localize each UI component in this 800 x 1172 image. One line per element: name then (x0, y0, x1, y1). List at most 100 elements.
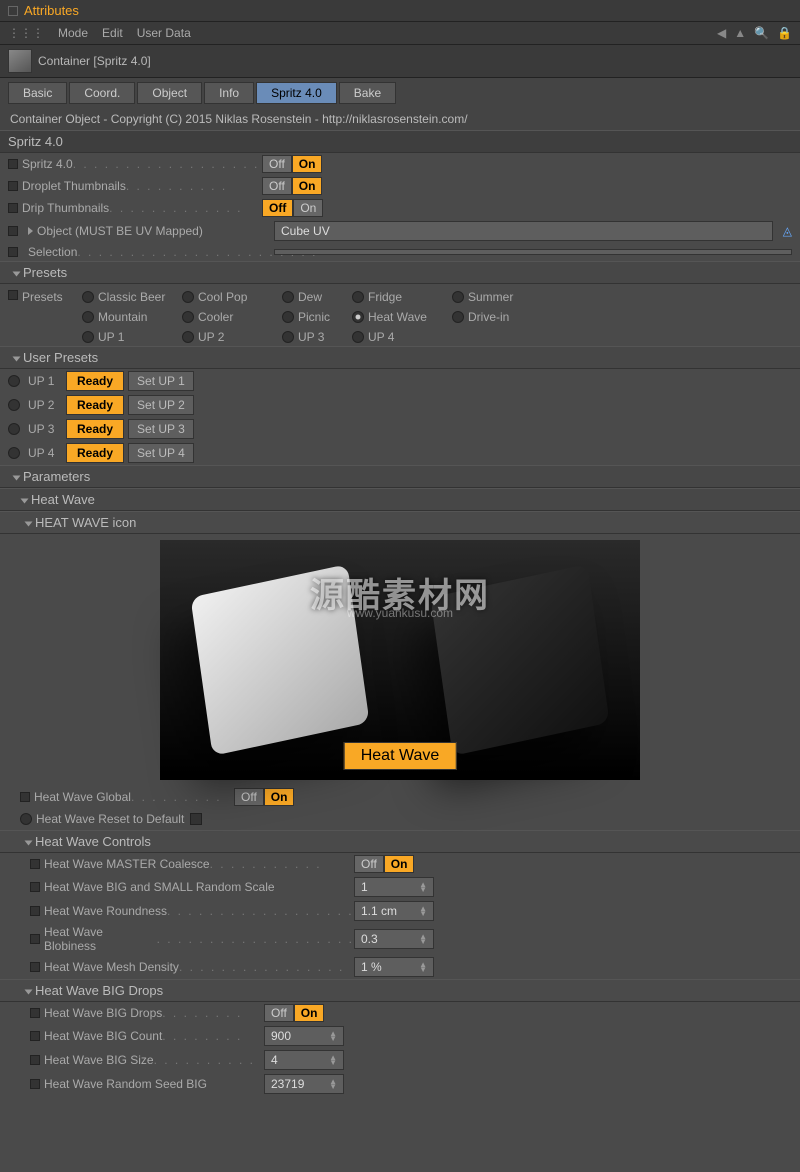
row-blobiness: Heat Wave Blobiness . . . . . . . . . . … (0, 923, 800, 955)
search-icon[interactable]: 🔍 (754, 26, 769, 40)
big-drops-off[interactable]: Off (264, 1004, 294, 1022)
preset-up3[interactable]: UP 3 (282, 330, 342, 344)
row-mesh-density: Heat Wave Mesh Density . . . . . . . . .… (0, 955, 800, 979)
port-icon[interactable] (8, 159, 18, 169)
picker-icon[interactable]: ◬ (783, 224, 792, 238)
section-heat-wave-icon[interactable]: HEAT WAVE icon (0, 511, 800, 534)
preset-drive-in[interactable]: Drive-in (452, 310, 542, 324)
drip-off[interactable]: Off (262, 199, 293, 217)
section-big-drops[interactable]: Heat Wave BIG Drops (0, 979, 800, 1002)
nav-up-icon[interactable]: ▲ (734, 26, 746, 40)
preset-heat-wave[interactable]: Heat Wave (352, 310, 442, 324)
tab-basic[interactable]: Basic (8, 82, 67, 104)
grid-icon[interactable]: ⋮⋮⋮ (8, 26, 44, 40)
section-spritz[interactable]: Spritz 4.0 (0, 130, 800, 153)
droplet-off[interactable]: Off (262, 177, 292, 195)
tab-spritz[interactable]: Spritz 4.0 (256, 82, 337, 104)
port-icon[interactable] (8, 247, 18, 257)
preset-dew[interactable]: Dew (282, 290, 342, 304)
droplet-on[interactable]: On (292, 177, 323, 195)
up3-set[interactable]: Set UP 3 (128, 419, 194, 439)
selection-input[interactable] (274, 249, 792, 255)
coalesce-off[interactable]: Off (354, 855, 384, 873)
up2-set[interactable]: Set UP 2 (128, 395, 194, 415)
menubar: ⋮⋮⋮ Mode Edit User Data ◀ ▲ 🔍 🔒 (0, 22, 800, 45)
row-coalesce: Heat Wave MASTER Coalesce . . . . . . . … (0, 853, 800, 875)
preset-up1[interactable]: UP 1 (82, 330, 172, 344)
up4-ready[interactable]: Ready (66, 443, 124, 463)
nav-back-icon[interactable]: ◀ (717, 26, 726, 40)
section-user-presets[interactable]: User Presets (0, 346, 800, 369)
section-parameters[interactable]: Parameters (0, 465, 800, 488)
roundness-input[interactable]: 1.1 cm▲▼ (354, 901, 434, 921)
row-big-size: Heat Wave BIG Size . . . . . . . . . .4▲… (0, 1048, 800, 1072)
hw-global-on[interactable]: On (264, 788, 295, 806)
section-heat-wave[interactable]: Heat Wave (0, 488, 800, 511)
up3-ready[interactable]: Ready (66, 419, 124, 439)
lock-icon[interactable]: 🔒 (777, 26, 792, 40)
row-random-scale: Heat Wave BIG and SMALL Random Scale1▲▼ (0, 875, 800, 899)
panel-title: Attributes (24, 3, 79, 18)
row-big-seed: Heat Wave Random Seed BIG23719▲▼ (0, 1072, 800, 1096)
row-object-field: Object (MUST BE UV Mapped) Cube UV ◬ (0, 219, 800, 243)
random-scale-input[interactable]: 1▲▼ (354, 877, 434, 897)
preset-summer[interactable]: Summer (452, 290, 542, 304)
mesh-density-input[interactable]: 1 %▲▼ (354, 957, 434, 977)
row-big-drops: Heat Wave BIG Drops . . . . . . . .OffOn (0, 1002, 800, 1024)
menu-mode[interactable]: Mode (58, 26, 88, 40)
spritz-on[interactable]: On (292, 155, 323, 173)
tab-object[interactable]: Object (137, 82, 202, 104)
preset-up2[interactable]: UP 2 (182, 330, 272, 344)
spritz-off[interactable]: Off (262, 155, 292, 173)
up4-set[interactable]: Set UP 4 (128, 443, 194, 463)
hw-reset-checkbox[interactable] (190, 813, 202, 825)
section-presets[interactable]: Presets (0, 261, 800, 284)
blobiness-input[interactable]: 0.3▲▼ (354, 929, 434, 949)
menu-user-data[interactable]: User Data (137, 26, 191, 40)
row-selection: Selection . . . . . . . . . . . . . . . … (0, 243, 800, 261)
preset-cool-pop[interactable]: Cool Pop (182, 290, 272, 304)
copyright-text: Container Object - Copyright (C) 2015 Ni… (0, 108, 800, 130)
section-hw-controls[interactable]: Heat Wave Controls (0, 830, 800, 853)
hw-global-off[interactable]: Off (234, 788, 264, 806)
up1-row: UP 1ReadySet UP 1 (0, 369, 800, 393)
preview-image: 源酷素材网 www.yuankusu.com Heat Wave (160, 540, 640, 780)
row-hw-global: Heat Wave Global . . . . . . . . . OffOn (0, 786, 800, 808)
attributes-header: Attributes (0, 0, 800, 22)
radio-icon[interactable] (20, 813, 32, 825)
row-spritz-toggle: Spritz 4.0 . . . . . . . . . . . . . . .… (0, 153, 800, 175)
up1-ready[interactable]: Ready (66, 371, 124, 391)
coalesce-on[interactable]: On (384, 855, 415, 873)
tab-bake[interactable]: Bake (339, 82, 396, 104)
preset-mountain[interactable]: Mountain (82, 310, 172, 324)
drip-on[interactable]: On (293, 199, 323, 217)
port-icon[interactable] (8, 181, 18, 191)
watermark-url: www.yuankusu.com (347, 606, 453, 620)
row-hw-reset: Heat Wave Reset to Default (0, 808, 800, 830)
up3-row: UP 3ReadySet UP 3 (0, 417, 800, 441)
port-icon[interactable] (8, 290, 18, 300)
port-icon[interactable] (20, 792, 30, 802)
tab-info[interactable]: Info (204, 82, 254, 104)
cube-icon (8, 49, 32, 73)
preset-cooler[interactable]: Cooler (182, 310, 272, 324)
menu-edit[interactable]: Edit (102, 26, 123, 40)
preset-fridge[interactable]: Fridge (352, 290, 442, 304)
object-input[interactable]: Cube UV (274, 221, 773, 241)
preview-label: Heat Wave (344, 742, 457, 770)
preset-picnic[interactable]: Picnic (282, 310, 342, 324)
up2-ready[interactable]: Ready (66, 395, 124, 415)
big-seed-input[interactable]: 23719▲▼ (264, 1074, 344, 1094)
up1-set[interactable]: Set UP 1 (128, 371, 194, 391)
big-count-input[interactable]: 900▲▼ (264, 1026, 344, 1046)
tab-coord[interactable]: Coord. (69, 82, 135, 104)
port-icon[interactable] (8, 203, 18, 213)
preset-up4[interactable]: UP 4 (352, 330, 442, 344)
row-roundness: Heat Wave Roundness . . . . . . . . . . … (0, 899, 800, 923)
port-icon[interactable] (8, 226, 18, 236)
big-drops-on[interactable]: On (294, 1004, 325, 1022)
expand-icon[interactable] (28, 227, 33, 235)
preset-classic-beer[interactable]: Classic Beer (82, 290, 172, 304)
up4-row: UP 4ReadySet UP 4 (0, 441, 800, 465)
big-size-input[interactable]: 4▲▼ (264, 1050, 344, 1070)
